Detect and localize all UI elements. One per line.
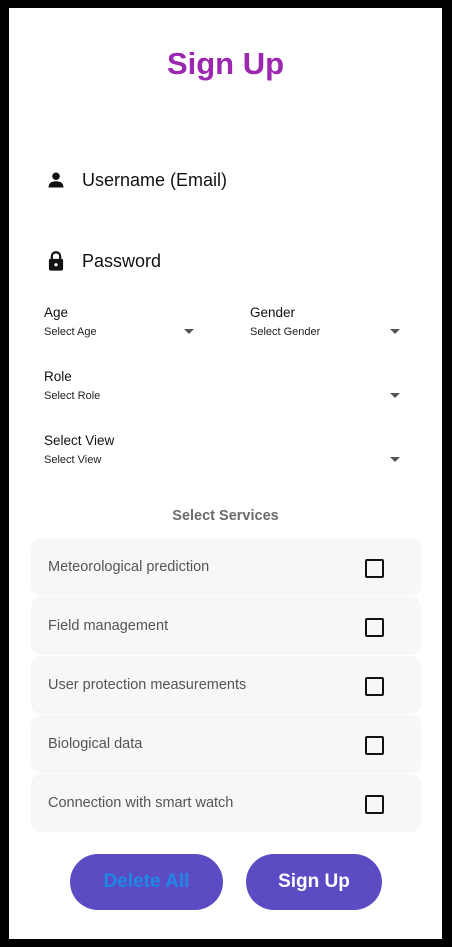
- dropdown-arrow-icon: [390, 393, 400, 398]
- service-item-field-management[interactable]: Field management: [31, 597, 421, 655]
- sign-up-button[interactable]: Sign Up: [246, 854, 382, 910]
- service-label: Connection with smart watch: [48, 795, 234, 811]
- services-list: Meteorological prediction Field manageme…: [31, 538, 421, 833]
- page-title: Sign Up: [166, 46, 285, 81]
- dropdown-arrow-icon: [390, 457, 400, 462]
- dropdown-arrow-icon: [184, 329, 194, 334]
- person-icon: [44, 168, 68, 192]
- checkbox-unchecked-icon[interactable]: [365, 618, 384, 637]
- signup-screen: Sign Up Username (Email) Password Age Se…: [9, 8, 442, 939]
- username-field[interactable]: Username (Email): [44, 162, 414, 198]
- service-item-connection-with-smart-watch[interactable]: Connection with smart watch: [31, 774, 421, 832]
- service-item-meteorological-prediction[interactable]: Meteorological prediction: [31, 538, 421, 596]
- gender-label: Gender: [250, 305, 296, 320]
- view-dropdown[interactable]: Select View Select View: [44, 433, 400, 473]
- dropdown-arrow-icon: [390, 329, 400, 334]
- service-label: User protection measurements: [48, 677, 247, 693]
- password-label: Password: [82, 250, 162, 271]
- service-item-user-protection-measurements[interactable]: User protection measurements: [31, 656, 421, 714]
- role-dropdown[interactable]: Role Select Role: [44, 369, 400, 409]
- service-label: Biological data: [48, 736, 143, 752]
- delete-all-button[interactable]: Delete All: [70, 854, 223, 910]
- service-label: Meteorological prediction: [48, 559, 210, 575]
- password-field[interactable]: Password: [44, 243, 414, 279]
- age-value: Select Age: [44, 326, 97, 338]
- checkbox-unchecked-icon[interactable]: [365, 559, 384, 578]
- username-label: Username (Email): [82, 169, 228, 190]
- checkbox-unchecked-icon[interactable]: [365, 795, 384, 814]
- checkbox-unchecked-icon[interactable]: [365, 736, 384, 755]
- services-title: Select Services: [172, 508, 279, 524]
- lock-icon: [44, 249, 68, 273]
- gender-value: Select Gender: [250, 326, 321, 338]
- checkbox-unchecked-icon[interactable]: [365, 677, 384, 696]
- gender-dropdown[interactable]: Gender Select Gender: [250, 305, 400, 345]
- age-dropdown[interactable]: Age Select Age: [44, 305, 194, 345]
- role-value: Select Role: [44, 390, 101, 402]
- view-value: Select View: [44, 454, 102, 466]
- service-label: Field management: [48, 618, 169, 634]
- service-item-biological-data[interactable]: Biological data: [31, 715, 421, 773]
- role-label: Role: [44, 369, 72, 384]
- age-label: Age: [44, 305, 69, 320]
- view-label: Select View: [44, 433, 115, 448]
